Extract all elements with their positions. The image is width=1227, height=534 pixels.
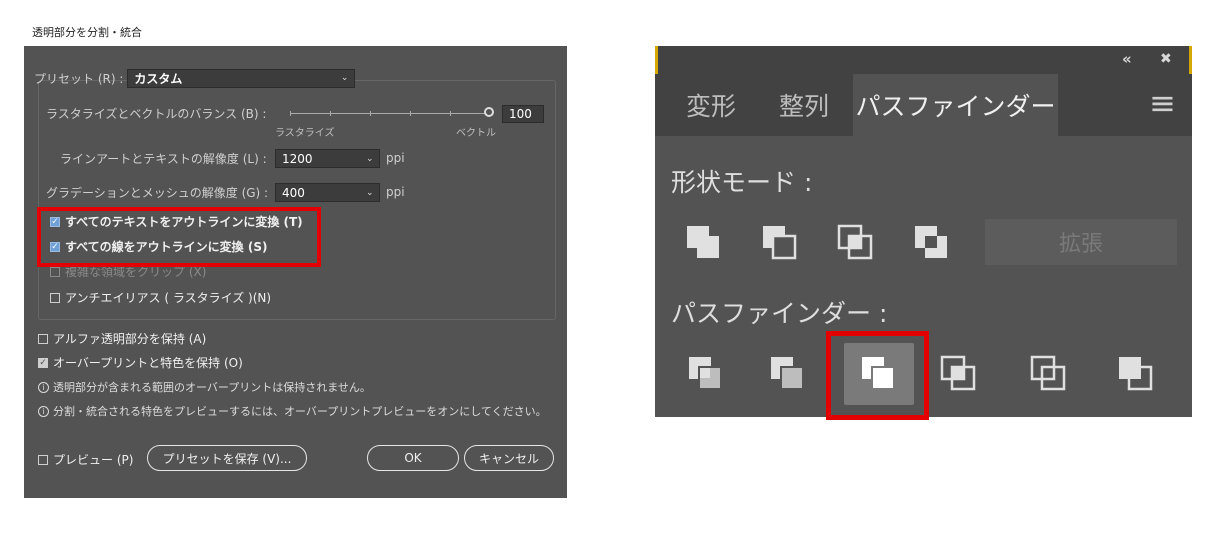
chevron-down-icon: ⌄ <box>340 73 349 83</box>
checkbox-label: アルファ透明部分を保持 (A) <box>53 332 207 346</box>
checkbox-label: プレビュー (P) <box>53 453 134 467</box>
line-art-resolution-select[interactable]: 1200 <box>275 149 380 168</box>
preview-checkbox[interactable]: プレビュー (P) <box>38 451 133 468</box>
gradient-mesh-resolution-value: 400 <box>282 185 305 200</box>
ppi-unit: ppi <box>386 151 405 165</box>
shape-modes-label: 形状モード : <box>671 168 813 197</box>
gradient-mesh-resolution-label: グラデーションとメッシュの解像度 (G) : <box>46 186 269 200</box>
preserve-overprints-checkbox[interactable]: ✓ オーバープリントと特色を保持 (O) <box>38 354 243 371</box>
info-message-overprint: i 透明部分が含まれる範囲のオーバープリントは保持されません。 <box>38 379 371 395</box>
panel-title-bar <box>655 46 1192 74</box>
preset-select[interactable]: カスタム ⌄ <box>127 68 356 88</box>
pathfinders-label: パスファインダー : <box>671 299 888 328</box>
preset-value: カスタム <box>134 71 183 86</box>
dialog-window-title: 透明部分を分割・統合 <box>32 26 142 39</box>
checkbox-unchecked-icon <box>50 292 60 303</box>
checkbox-checked-icon: ✓ <box>38 357 48 368</box>
line-art-resolution-value: 1200 <box>282 151 313 166</box>
vector-label: ベクトル <box>456 128 496 139</box>
cancel-button[interactable]: キャンセル <box>464 445 554 471</box>
info-message-spot-preview: i 分割・統合される特色をプレビューするには、オーバープリントプレビューをオンに… <box>38 403 547 419</box>
unite-icon[interactable] <box>683 222 725 264</box>
tab-transform[interactable]: 変形 <box>669 74 753 136</box>
preset-label: プリセット (R) : <box>34 71 124 86</box>
close-panel-icon[interactable]: ✖ <box>1160 51 1172 67</box>
raster-vector-slider-track[interactable] <box>290 111 490 116</box>
checkbox-unchecked-icon <box>38 333 48 344</box>
checkbox-unchecked-icon <box>50 266 60 277</box>
chevron-down-icon[interactable]: ⌄ <box>366 154 374 164</box>
highlight-annotation-box <box>37 207 321 267</box>
checkbox-label: アンチエイリアス ( ラスタライズ )(N) <box>65 291 272 305</box>
minus-front-icon[interactable] <box>759 222 801 264</box>
checkbox-unchecked-icon <box>38 454 48 465</box>
raster-vector-slider-knob[interactable] <box>484 107 494 117</box>
info-text: 分割・統合される特色をプレビューするには、オーバープリントプレビューをオンにして… <box>53 405 547 418</box>
panel-edge-accent <box>1189 46 1192 74</box>
tab-align[interactable]: 整列 <box>761 74 847 136</box>
chevron-down-icon[interactable]: ⌄ <box>366 188 374 198</box>
ppi-unit: ppi <box>386 185 405 199</box>
minus-back-icon[interactable] <box>1115 353 1157 395</box>
preserve-alpha-checkbox[interactable]: アルファ透明部分を保持 (A) <box>38 330 206 347</box>
preset-row: プリセット (R) : カスタム ⌄ <box>34 68 356 88</box>
raster-vector-label: ラスタライズとベクトルのバランス (B) : <box>46 107 267 121</box>
raster-label: ラスタライズ <box>275 128 335 139</box>
ok-button[interactable]: OK <box>367 445 459 471</box>
intersect-icon[interactable] <box>835 222 877 264</box>
expand-button[interactable]: 拡張 <box>985 219 1177 265</box>
outline-icon[interactable] <box>1028 353 1070 395</box>
line-art-resolution-label: ラインアートとテキストの解像度 (L) : <box>60 152 267 166</box>
panel-menu-icon[interactable]: ≡ <box>1149 84 1176 122</box>
divide-icon[interactable] <box>685 353 727 395</box>
save-preset-button[interactable]: プリセットを保存 (V)... <box>147 445 307 471</box>
crop-icon[interactable] <box>938 353 980 395</box>
info-icon: i <box>38 381 49 393</box>
gradient-mesh-resolution-select[interactable]: 400 <box>275 183 380 202</box>
info-icon: i <box>38 405 49 417</box>
flatten-transparency-dialog: プリセット (R) : カスタム ⌄ ラスタライズとベクトルのバランス (B) … <box>24 46 567 498</box>
raster-vector-value-field[interactable]: 100 <box>502 105 544 123</box>
trim-icon[interactable] <box>767 353 809 395</box>
panel-edge-accent <box>655 46 658 74</box>
tab-pathfinder[interactable]: パスファインダー <box>853 74 1058 136</box>
exclude-icon[interactable] <box>911 222 953 264</box>
anti-alias-rasters-checkbox[interactable]: アンチエイリアス ( ラスタライズ )(N) <box>50 289 271 306</box>
info-text: 透明部分が含まれる範囲のオーバープリントは保持されません。 <box>53 381 371 394</box>
collapse-panel-icon[interactable]: « <box>1122 50 1132 68</box>
highlight-annotation-box <box>826 331 929 420</box>
checkbox-label: オーバープリントと特色を保持 (O) <box>53 356 243 370</box>
